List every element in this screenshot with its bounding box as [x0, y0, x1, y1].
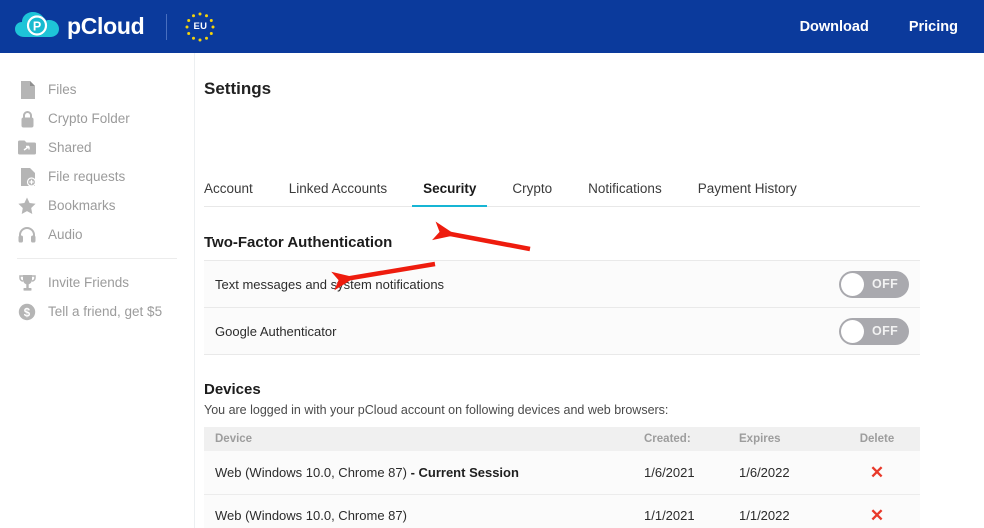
trophy-icon [17, 273, 37, 293]
sidebar-item-bookmarks[interactable]: Bookmarks [0, 191, 194, 220]
device-name: Web (Windows 10.0, Chrome 87) [215, 465, 407, 480]
sidebar-item-label: Crypto Folder [48, 111, 130, 126]
twofa-row-label: Text messages and system notifications [215, 277, 444, 292]
twofa-row-google-authenticator: Google Authenticator OFF [204, 308, 920, 355]
toggle-state-label: OFF [872, 277, 898, 291]
svg-text:$: $ [24, 307, 31, 319]
device-name: Web (Windows 10.0, Chrome 87) [215, 508, 407, 523]
tab-security[interactable]: Security [423, 181, 476, 206]
sidebar-item-tell-a-friend[interactable]: $ Tell a friend, get $5 [0, 297, 194, 326]
devices-subtitle: You are logged in with your pCloud accou… [204, 403, 668, 417]
twofa-row-text-messages: Text messages and system notifications O… [204, 261, 920, 308]
eu-badge: EU [183, 10, 217, 44]
tab-notifications[interactable]: Notifications [588, 181, 662, 206]
cell-device: Web (Windows 10.0, Chrome 87) - Current … [204, 451, 644, 494]
toggle-google-authenticator[interactable]: OFF [839, 318, 909, 345]
header-links: Download Pricing [800, 19, 958, 35]
tab-linked-accounts[interactable]: Linked Accounts [289, 181, 387, 206]
cell-expires: 1/1/2022 [739, 494, 834, 528]
column-header-created: Created: [644, 427, 739, 451]
dollar-circle-icon: $ [17, 302, 37, 322]
cell-delete: ✕ [834, 494, 920, 528]
brand-name: pCloud [67, 13, 144, 40]
table-row: Web (Windows 10.0, Chrome 87) 1/1/2021 1… [204, 494, 920, 528]
brand-logo[interactable]: P pCloud [14, 10, 144, 44]
shared-folder-icon [17, 138, 37, 158]
cell-delete: ✕ [834, 451, 920, 494]
sidebar-item-file-requests[interactable]: File requests [0, 162, 194, 191]
download-link[interactable]: Download [800, 19, 869, 35]
sidebar: Files Crypto Folder Shared File requests… [0, 53, 195, 528]
current-session-badge: - Current Session [407, 465, 519, 480]
sidebar-item-label: File requests [48, 169, 125, 184]
column-header-delete: Delete [834, 427, 920, 451]
sidebar-item-invite-friends[interactable]: Invite Friends [0, 268, 194, 297]
main-content: Settings Account Linked Accounts Securit… [195, 53, 984, 528]
sidebar-item-label: Files [48, 82, 77, 97]
delete-icon[interactable]: ✕ [870, 507, 884, 524]
eu-badge-label: EU [183, 10, 217, 44]
table-header-row: Device Created: Expires Delete [204, 427, 920, 451]
sidebar-item-shared[interactable]: Shared [0, 133, 194, 162]
toggle-text-messages[interactable]: OFF [839, 271, 909, 298]
toggle-state-label: OFF [872, 324, 898, 338]
file-icon [17, 80, 37, 100]
toggle-knob [841, 320, 864, 343]
header-divider [166, 14, 167, 40]
column-header-device: Device [204, 427, 644, 451]
pcloud-cloud-logo: P [14, 10, 60, 44]
star-icon [17, 196, 37, 216]
sidebar-item-label: Audio [48, 227, 83, 242]
settings-tabs: Account Linked Accounts Security Crypto … [204, 173, 920, 207]
devices-table: Device Created: Expires Delete Web (Wind… [204, 427, 920, 528]
cell-created: 1/1/2021 [644, 494, 739, 528]
page-title: Settings [204, 79, 271, 99]
devices-title: Devices [204, 381, 261, 398]
delete-icon[interactable]: ✕ [870, 464, 884, 481]
sidebar-item-label: Bookmarks [48, 198, 116, 213]
toggle-knob [841, 273, 864, 296]
twofa-row-label: Google Authenticator [215, 324, 336, 339]
tab-account[interactable]: Account [204, 181, 253, 206]
cell-device: Web (Windows 10.0, Chrome 87) [204, 494, 644, 528]
sidebar-item-label: Tell a friend, get $5 [48, 304, 162, 319]
sidebar-item-label: Shared [48, 140, 92, 155]
sidebar-divider [17, 258, 177, 259]
cell-expires: 1/6/2022 [739, 451, 834, 494]
file-plus-icon [17, 167, 37, 187]
tab-payment-history[interactable]: Payment History [698, 181, 797, 206]
pricing-link[interactable]: Pricing [909, 19, 958, 35]
two-factor-authentication-list: Text messages and system notifications O… [204, 260, 920, 355]
tab-crypto[interactable]: Crypto [512, 181, 552, 206]
svg-text:P: P [33, 19, 41, 33]
sidebar-item-crypto-folder[interactable]: Crypto Folder [0, 104, 194, 133]
sidebar-item-audio[interactable]: Audio [0, 220, 194, 249]
column-header-expires: Expires [739, 427, 834, 451]
headphones-icon [17, 225, 37, 245]
cell-created: 1/6/2021 [644, 451, 739, 494]
top-header: P pCloud EU Download Pric [0, 0, 984, 53]
sidebar-item-label: Invite Friends [48, 275, 129, 290]
two-factor-authentication-title: Two-Factor Authentication [204, 234, 392, 251]
lock-icon [17, 109, 37, 129]
sidebar-item-files[interactable]: Files [0, 75, 194, 104]
table-row: Web (Windows 10.0, Chrome 87) - Current … [204, 451, 920, 494]
